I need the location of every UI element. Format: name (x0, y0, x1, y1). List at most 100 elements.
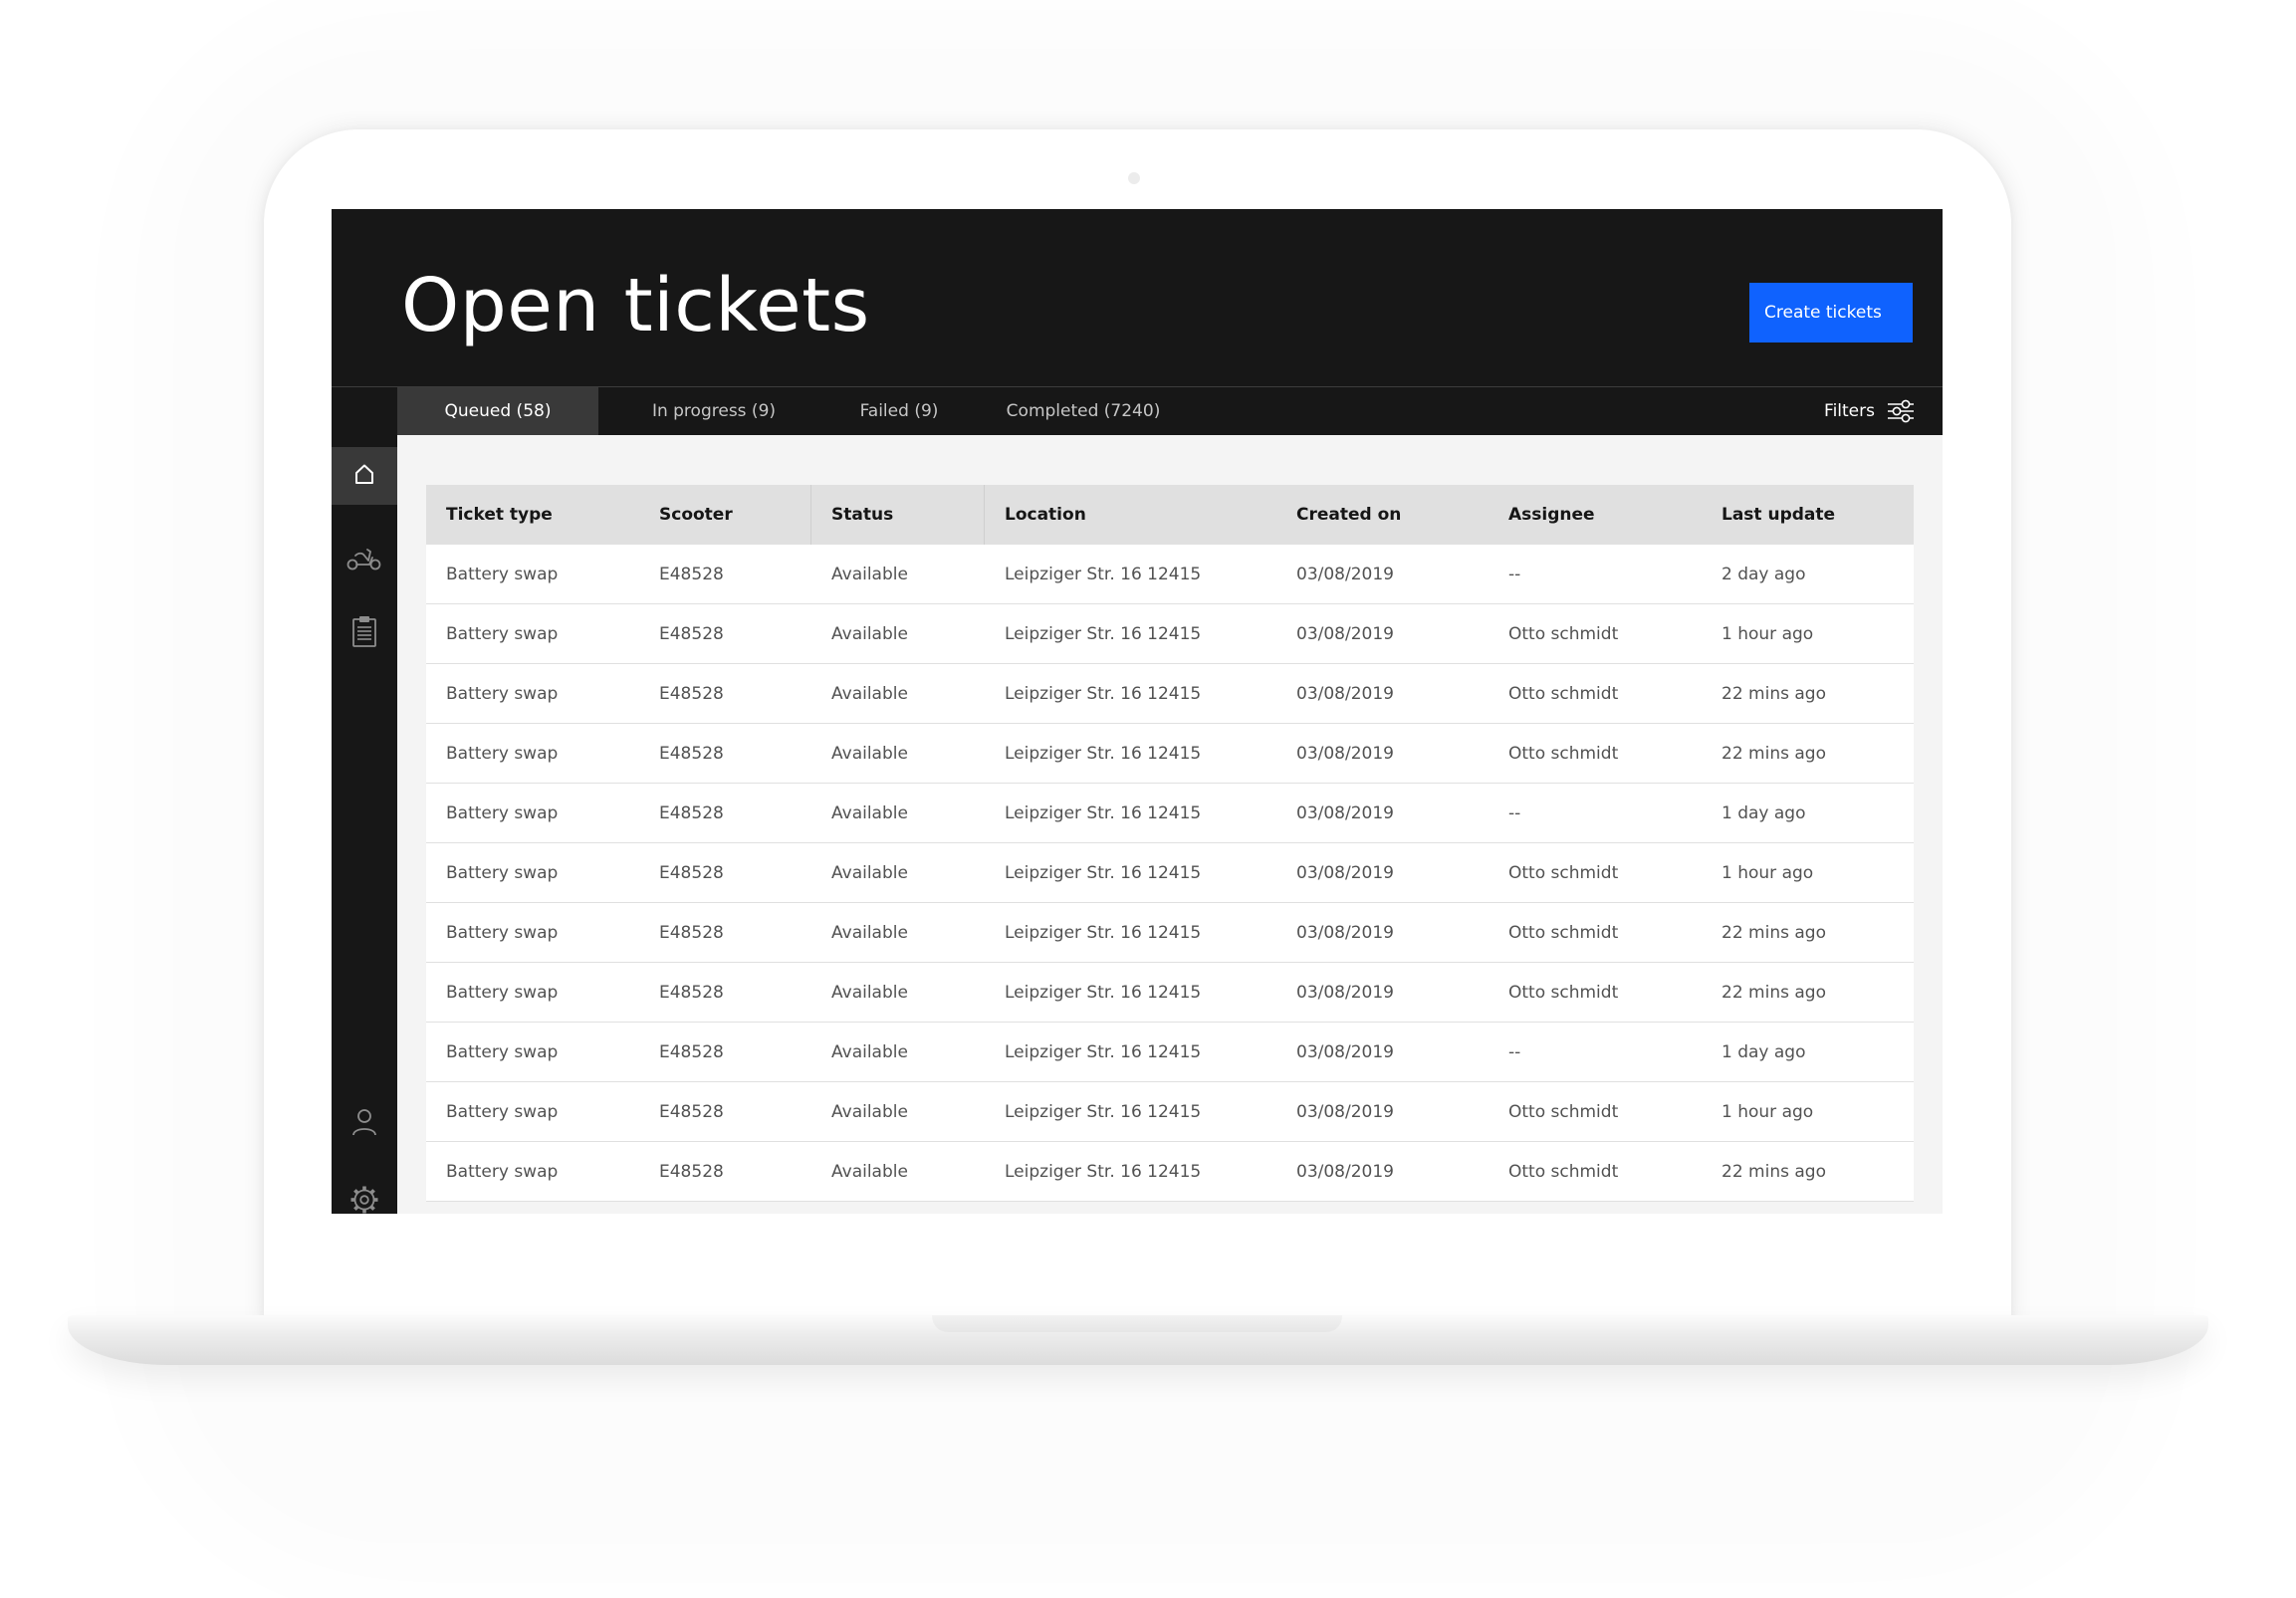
side-rail (332, 435, 397, 1214)
cell-last-update: 22 mins ago (1722, 1161, 1826, 1182)
laptop-camera (1128, 172, 1140, 184)
clipboard-icon (351, 615, 377, 651)
column-header-created-on[interactable]: Created on (1296, 485, 1401, 545)
table-row[interactable]: Battery swap E48528 Available Leipziger Str… (426, 1023, 1914, 1082)
cell-status: Available (831, 982, 908, 1003)
cell-scooter: E48528 (659, 1041, 724, 1062)
column-header-scooter[interactable]: Scooter (659, 485, 733, 545)
cell-created-on: 03/08/2019 (1296, 1041, 1394, 1062)
user-icon (351, 1108, 377, 1140)
cell-location: Leipziger Str. 16 12415 (1005, 623, 1202, 644)
table-row[interactable]: Battery swap E48528 Available Leipziger Str… (426, 1142, 1914, 1202)
tab-failed[interactable]: Failed (9) (829, 387, 969, 435)
app-screen: Open tickets Create tickets Queued (58) … (332, 209, 1943, 1214)
table-row[interactable]: Battery swap E48528 Available Leipziger Str… (426, 1082, 1914, 1142)
cell-status: Available (831, 1101, 908, 1122)
tab-in-progress[interactable]: In progress (9) (598, 387, 829, 435)
cell-scooter: E48528 (659, 683, 724, 704)
cell-ticket-type: Battery swap (446, 1101, 559, 1122)
table-row[interactable]: Battery swap E48528 Available Leipziger Str… (426, 664, 1914, 724)
cell-scooter: E48528 (659, 1161, 724, 1182)
cell-ticket-type: Battery swap (446, 1161, 559, 1182)
cell-ticket-type: Battery swap (446, 862, 559, 883)
tab-queued[interactable]: Queued (58) (397, 387, 598, 435)
column-header-last-update[interactable]: Last update (1722, 485, 1835, 545)
sidebar-item-profile[interactable] (332, 1095, 397, 1153)
home-icon (352, 462, 376, 490)
laptop-base-notch (932, 1315, 1342, 1332)
cell-location: Leipziger Str. 16 12415 (1005, 982, 1202, 1003)
cell-location: Leipziger Str. 16 12415 (1005, 922, 1202, 943)
column-header-assignee[interactable]: Assignee (1508, 485, 1595, 545)
cell-location: Leipziger Str. 16 12415 (1005, 743, 1202, 764)
cell-created-on: 03/08/2019 (1296, 683, 1394, 704)
column-header-ticket-type[interactable]: Ticket type (446, 485, 553, 545)
table-row[interactable]: Battery swap E48528 Available Leipziger Str… (426, 784, 1914, 843)
cell-scooter: E48528 (659, 862, 724, 883)
column-header-status[interactable]: Status (831, 485, 893, 545)
sidebar-item-tickets[interactable] (332, 604, 397, 662)
cell-ticket-type: Battery swap (446, 564, 559, 584)
cell-status: Available (831, 623, 908, 644)
table-header: Ticket type Scooter Status Location Crea… (426, 485, 1914, 545)
cell-status: Available (831, 743, 908, 764)
cell-location: Leipziger Str. 16 12415 (1005, 564, 1202, 584)
cell-last-update: 2 day ago (1722, 564, 1806, 584)
cell-assignee: Otto schmidt (1508, 743, 1619, 764)
cell-last-update: 22 mins ago (1722, 683, 1826, 704)
cell-scooter: E48528 (659, 802, 724, 823)
cell-created-on: 03/08/2019 (1296, 862, 1394, 883)
sidebar-item-settings[interactable] (332, 1173, 397, 1214)
create-tickets-button[interactable]: Create tickets (1749, 283, 1913, 342)
cell-scooter: E48528 (659, 1101, 724, 1122)
cell-created-on: 03/08/2019 (1296, 982, 1394, 1003)
cell-location: Leipziger Str. 16 12415 (1005, 802, 1202, 823)
cell-ticket-type: Battery swap (446, 743, 559, 764)
cell-status: Available (831, 922, 908, 943)
cell-last-update: 1 hour ago (1722, 862, 1814, 883)
cell-assignee: Otto schmidt (1508, 982, 1619, 1003)
cell-location: Leipziger Str. 16 12415 (1005, 1101, 1202, 1122)
settings-icon (349, 1185, 379, 1214)
table-row[interactable]: Battery swap E48528 Available Leipziger Str… (426, 604, 1914, 664)
cell-ticket-type: Battery swap (446, 683, 559, 704)
cell-created-on: 03/08/2019 (1296, 743, 1394, 764)
page-header: Open tickets Create tickets (332, 209, 1943, 386)
cell-scooter: E48528 (659, 623, 724, 644)
cell-scooter: E48528 (659, 922, 724, 943)
cell-ticket-type: Battery swap (446, 623, 559, 644)
table-row[interactable]: Battery swap E48528 Available Leipziger Str… (426, 843, 1914, 903)
cell-status: Available (831, 1041, 908, 1062)
filters-button[interactable]: Filters (1824, 387, 1915, 435)
cell-ticket-type: Battery swap (446, 982, 559, 1003)
sliders-icon (1887, 398, 1915, 424)
cell-last-update: 1 hour ago (1722, 623, 1814, 644)
column-divider (810, 485, 811, 545)
cell-created-on: 03/08/2019 (1296, 1101, 1394, 1122)
table-row[interactable]: Battery swap E48528 Available Leipziger Str… (426, 903, 1914, 963)
cell-ticket-type: Battery swap (446, 802, 559, 823)
column-header-location[interactable]: Location (1005, 485, 1086, 545)
cell-status: Available (831, 683, 908, 704)
cell-location: Leipziger Str. 16 12415 (1005, 683, 1202, 704)
cell-assignee: -- (1508, 1041, 1521, 1062)
scooter-icon (346, 544, 382, 575)
filters-label: Filters (1824, 401, 1875, 421)
column-divider (984, 485, 985, 545)
sidebar-item-home[interactable] (332, 447, 397, 505)
table-row[interactable]: Battery swap E48528 Available Leipziger Str… (426, 545, 1914, 604)
cell-created-on: 03/08/2019 (1296, 802, 1394, 823)
cell-last-update: 22 mins ago (1722, 982, 1826, 1003)
table-row[interactable]: Battery swap E48528 Available Leipziger Str… (426, 963, 1914, 1023)
cell-location: Leipziger Str. 16 12415 (1005, 862, 1202, 883)
table-row[interactable]: Battery swap E48528 Available Leipziger Str… (426, 724, 1914, 784)
cell-status: Available (831, 862, 908, 883)
cell-scooter: E48528 (659, 564, 724, 584)
sidebar-item-scooters[interactable] (332, 531, 397, 588)
cell-assignee: Otto schmidt (1508, 1101, 1619, 1122)
cell-created-on: 03/08/2019 (1296, 1161, 1394, 1182)
cell-location: Leipziger Str. 16 12415 (1005, 1041, 1202, 1062)
cell-status: Available (831, 802, 908, 823)
tab-completed[interactable]: Completed (7240) (969, 387, 1198, 435)
cell-last-update: 1 day ago (1722, 802, 1806, 823)
